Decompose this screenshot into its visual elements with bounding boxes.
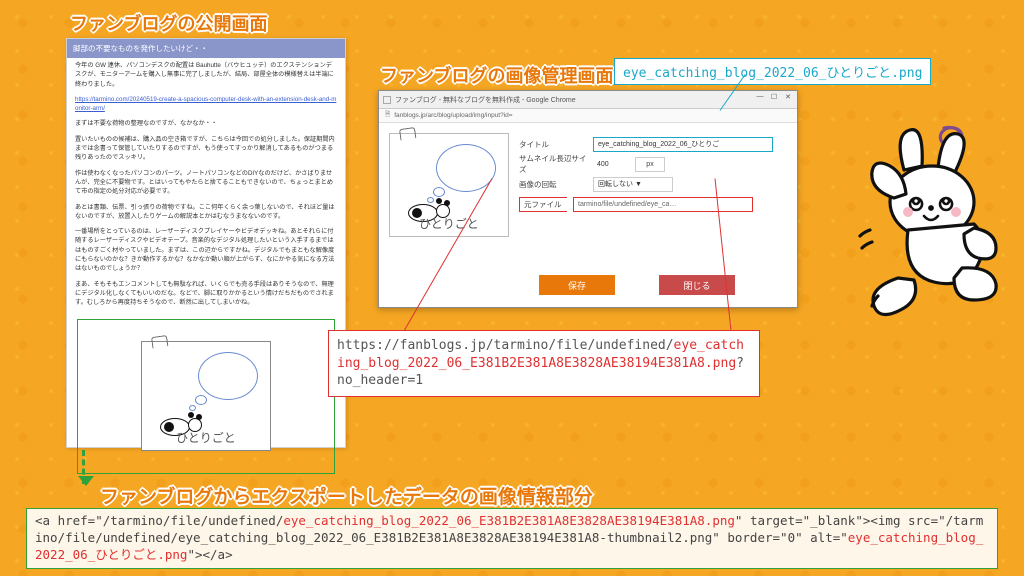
export-code-box: <a href="/tarmino/file/undefined/eye_cat…: [26, 508, 998, 569]
close-button[interactable]: 閉じる: [659, 275, 735, 295]
label-rotation: 画像の回転: [519, 179, 587, 190]
window-titlebar: ファンブログ - 無料なブログを無料作成 - Google Chrome — ☐…: [379, 91, 797, 109]
export-text: "></a>: [187, 547, 232, 562]
heading-public: ファンブログの公開画面: [70, 10, 267, 36]
admin-window: ファンブログ - 無料なブログを無料作成 - Google Chrome — ☐…: [378, 90, 798, 308]
doc-icon: 🗎: [385, 110, 390, 121]
blog-post-title: 脚部の不要なものを発作したいけど・・: [67, 39, 345, 58]
admin-row-rotation: 画像の回転 回転しない ▼: [519, 175, 787, 193]
window-icon: [383, 96, 391, 104]
url-prefix: https://fanblogs.jp/tarmino/file/undefin…: [337, 338, 674, 353]
image-caption: ひとりごと: [390, 215, 508, 232]
export-text: <a href="/tarmino/file/undefined/: [35, 513, 283, 528]
window-title: ファンブログ - 無料なブログを無料作成 - Google Chrome: [395, 95, 576, 105]
dizzy-bunny-illustration: [834, 110, 1004, 330]
blog-paragraph: 一番場所をとっているのは、レーザーディスクプレイヤーやビデオデッキね。あとそれら…: [67, 224, 345, 276]
label-file: 元ファイル: [519, 197, 567, 212]
heading-admin: ファンブログの画像管理画面: [380, 62, 613, 88]
admin-row-title: タイトル eye_catching_blog_2022_06_ひとりご: [519, 135, 787, 153]
blog-paragraph: まあ、そもそもエンコメントしても無駄なれば、いくらでも売る手段はありそうなので、…: [67, 277, 345, 311]
blog-paragraph: あとは書類、伝票、引っ張りの荷物ですね。ここ何年くらく余っ葉しないので、それほど…: [67, 200, 345, 225]
select-rotation[interactable]: 回転しない ▼: [593, 177, 673, 192]
minimize-icon[interactable]: —: [755, 93, 765, 101]
blog-image: ひとりごと: [141, 341, 271, 451]
blog-paragraph: まずは不要な荷物の整理なのですが、なかなか・・: [67, 116, 345, 131]
close-icon[interactable]: ✕: [783, 93, 793, 101]
blog-public-panel: 脚部の不要なものを発作したいけど・・ 今年の GW 連休、パソコンデスクの配置は…: [66, 38, 346, 448]
admin-row-file: 元ファイル tarmino/file/undefined/eye_ca…: [519, 195, 787, 213]
thought-bubble-icon: [198, 352, 258, 400]
address-text: fanblogs.jp/arc/blog/upload/img/input?id…: [394, 112, 512, 119]
unit-px: px: [635, 157, 665, 172]
url-callout: https://fanblogs.jp/tarmino/file/undefin…: [328, 330, 760, 397]
blog-paragraph: 今年の GW 連休、パソコンデスクの配置は Bauhutte（バウヒュッテ）のエ…: [67, 58, 345, 92]
save-button[interactable]: 保存: [539, 275, 615, 295]
address-bar[interactable]: 🗎 fanblogs.jp/arc/blog/upload/img/input?…: [379, 109, 797, 123]
admin-row-thumb: サムネイル長辺サイズ 400 px: [519, 155, 787, 173]
blog-paragraph: 置いたいものの候補は、購入品の空き箱ですが、こちらは今回での処分しました。保証期…: [67, 132, 345, 166]
callout-png-filename: eye_catching_blog_2022_06_ひとりごと.png: [614, 58, 931, 85]
admin-thumbnail: ひとりごと: [389, 133, 509, 237]
maximize-icon[interactable]: ☐: [769, 93, 779, 101]
export-red1: eye_catching_blog_2022_06_E381B2E381A8E3…: [283, 513, 735, 528]
label-thumbsize: サムネイル長辺サイズ: [519, 153, 587, 175]
value-file: tarmino/file/undefined/eye_ca…: [573, 197, 753, 212]
input-title[interactable]: eye_catching_blog_2022_06_ひとりご: [593, 137, 773, 152]
blog-image-container[interactable]: ひとりごと: [77, 319, 335, 474]
blog-paragraph: 作は使わなくなったパソコンのパーツ。ノートパソコンなどのDIYなのだけど、かさば…: [67, 166, 345, 200]
dashed-arrow-icon: [82, 450, 85, 484]
label-title: タイトル: [519, 139, 587, 150]
blog-link[interactable]: https://tarmino.com/20240519-create-a-sp…: [75, 96, 336, 112]
input-thumbsize[interactable]: 400: [593, 157, 629, 172]
heading-export: ファンブログからエクスポートしたデータの画像情報部分: [100, 482, 593, 509]
image-caption: ひとりごと: [142, 429, 270, 446]
